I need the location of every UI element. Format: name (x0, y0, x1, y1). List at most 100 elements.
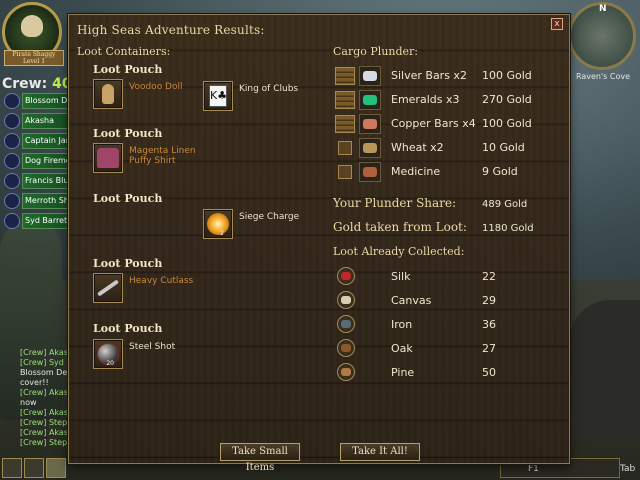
crate-icon (335, 115, 355, 133)
crew-avatar-icon (4, 133, 20, 149)
chat-line: Blossom Dee (20, 368, 70, 377)
crew-avatar-icon (4, 93, 20, 109)
crew-member-name: Syd Barrett (22, 213, 70, 229)
emblem-banner: Pirate Shaggy Level 1 (4, 50, 64, 66)
crate-icon (335, 91, 355, 109)
crew-row[interactable]: Syd Barrett (4, 212, 70, 230)
dialog-title: High Seas Adventure Results: (77, 23, 265, 37)
plunder-share-value: 489 Gold (482, 199, 528, 210)
item-name: Heavy Cutlass (129, 276, 194, 286)
material-qty: 50 (482, 366, 496, 379)
chat-log[interactable]: [Crew] Akash [Crew] Syd Ba Blossom Dee c… (20, 348, 70, 448)
material-swatch (341, 272, 351, 280)
cargo-row[interactable] (335, 161, 381, 183)
loot-item-heavy-cutlass[interactable]: Heavy Cutlass (93, 273, 193, 303)
emeralds-icon (359, 90, 381, 110)
crew-row[interactable]: Merroth Shaw (4, 192, 70, 210)
item-name: Magenta Linen Puffy Shirt (129, 146, 196, 166)
crew-row[interactable]: Dog Firemon (4, 152, 70, 170)
crew-avatar-icon (4, 213, 20, 229)
item-name: Voodoo Doll (129, 82, 183, 92)
take-small-items-button[interactable]: Take Small Items (220, 443, 300, 473)
crate-icon (335, 67, 355, 85)
loot-item-shirt[interactable]: Magenta Linen Puffy Shirt (93, 143, 209, 173)
cargo-name: Silver Bars x2 (391, 69, 467, 82)
crew-member-name: Dog Firemon (22, 153, 70, 169)
silk-icon (337, 267, 355, 285)
material-swatch (341, 344, 351, 352)
crew-member-name: Merroth Shaw (22, 193, 70, 209)
crew-row[interactable]: Francis Blues (4, 172, 70, 190)
cargo-swatch (363, 167, 377, 177)
cargo-swatch (363, 71, 377, 81)
crew-row[interactable]: Captain Jame (4, 132, 70, 150)
material-qty: 29 (482, 294, 496, 307)
chat-toggle-icon[interactable] (24, 458, 44, 478)
material-name: Iron (391, 318, 413, 331)
take-it-all-button[interactable]: Take It All! (340, 443, 420, 461)
crew-row[interactable]: Akasha (4, 112, 70, 130)
gold-taken-value: 1180 Gold (482, 223, 534, 234)
compass-ring: N (568, 2, 636, 70)
steel-shot-icon: 20 (93, 339, 123, 369)
crew-list: Blossom Dee Akasha Captain Jame Dog Fire… (4, 92, 70, 232)
crew-avatar-icon (4, 113, 20, 129)
chat-line: [Crew] Akash (20, 348, 70, 357)
loot-pouch-heading: Loot Pouch (93, 192, 163, 205)
item-name: Siege Charge (239, 212, 300, 222)
loot-item-king-of-clubs[interactable]: K♣ King of Clubs (203, 81, 298, 111)
cargo-name: Medicine (391, 165, 441, 178)
loot-item-steel-shot[interactable]: 20 Steel Shot (93, 339, 175, 369)
cargo-value: 9 Gold (482, 165, 518, 178)
material-swatch (341, 368, 351, 376)
loot-collected-heading: Loot Already Collected: (333, 245, 465, 258)
minimap-compass[interactable]: N Raven's Cove (568, 2, 638, 92)
adventure-results-dialog: High Seas Adventure Results: x Loot Cont… (68, 14, 570, 473)
material-swatch (341, 320, 351, 328)
loot-item-siege-charge[interactable]: 2 Siege Charge (203, 209, 299, 239)
compass-north-label: N (599, 4, 607, 14)
canvas-icon (337, 291, 355, 309)
pine-icon (337, 363, 355, 381)
shirt-icon (93, 143, 123, 173)
quick-item-icon[interactable] (2, 458, 22, 478)
material-qty: 22 (482, 270, 496, 283)
siege-charge-icon: 2 (203, 209, 233, 239)
playing-card-icon: K♣ (203, 81, 233, 111)
item-count: 20 (106, 360, 114, 367)
cargo-row[interactable] (335, 65, 381, 87)
loot-containers-heading: Loot Containers: (77, 45, 171, 58)
chat-line: [Crew] Akash (20, 428, 70, 437)
location-name: Raven's Cove (575, 72, 631, 81)
cargo-value: 100 Gold (482, 69, 532, 82)
chat-line: [Crew] Stephe (20, 438, 70, 447)
crew-member-name: Blossom Dee (22, 93, 70, 109)
cargo-row[interactable] (335, 113, 381, 135)
card-glyph: K♣ (209, 85, 227, 107)
chat-line: [Crew] Syd Ba (20, 358, 70, 367)
arrow-right-icon[interactable] (46, 458, 66, 478)
chat-line: cover!! (20, 378, 49, 387)
crew-label-text: Crew: (2, 76, 48, 92)
cargo-row[interactable] (335, 137, 381, 159)
copper-bars-icon (359, 114, 381, 134)
small-crate-icon (338, 141, 352, 155)
cargo-row[interactable] (335, 89, 381, 111)
cargo-plunder-heading: Cargo Plunder: (333, 45, 418, 58)
oak-icon (337, 339, 355, 357)
crew-avatar-icon (4, 173, 20, 189)
cargo-value: 100 Gold (482, 117, 532, 130)
item-name: Steel Shot (129, 342, 176, 352)
crew-member-name: Akasha (22, 113, 70, 129)
cargo-swatch (363, 95, 377, 105)
material-name: Canvas (391, 294, 432, 307)
chat-line: [Crew] Akash (20, 408, 70, 417)
cargo-name: Emeralds x3 (391, 93, 460, 106)
crew-member-name: Captain Jame (22, 133, 70, 149)
crew-row[interactable]: Blossom Dee (4, 92, 70, 110)
close-button[interactable]: x (551, 18, 563, 30)
iron-icon (337, 315, 355, 333)
hotkey-tab-label: Tab (620, 464, 636, 474)
loot-pouch-heading: Loot Pouch (93, 63, 163, 76)
loot-item-voodoo-doll[interactable]: Voodoo Doll (93, 79, 183, 109)
